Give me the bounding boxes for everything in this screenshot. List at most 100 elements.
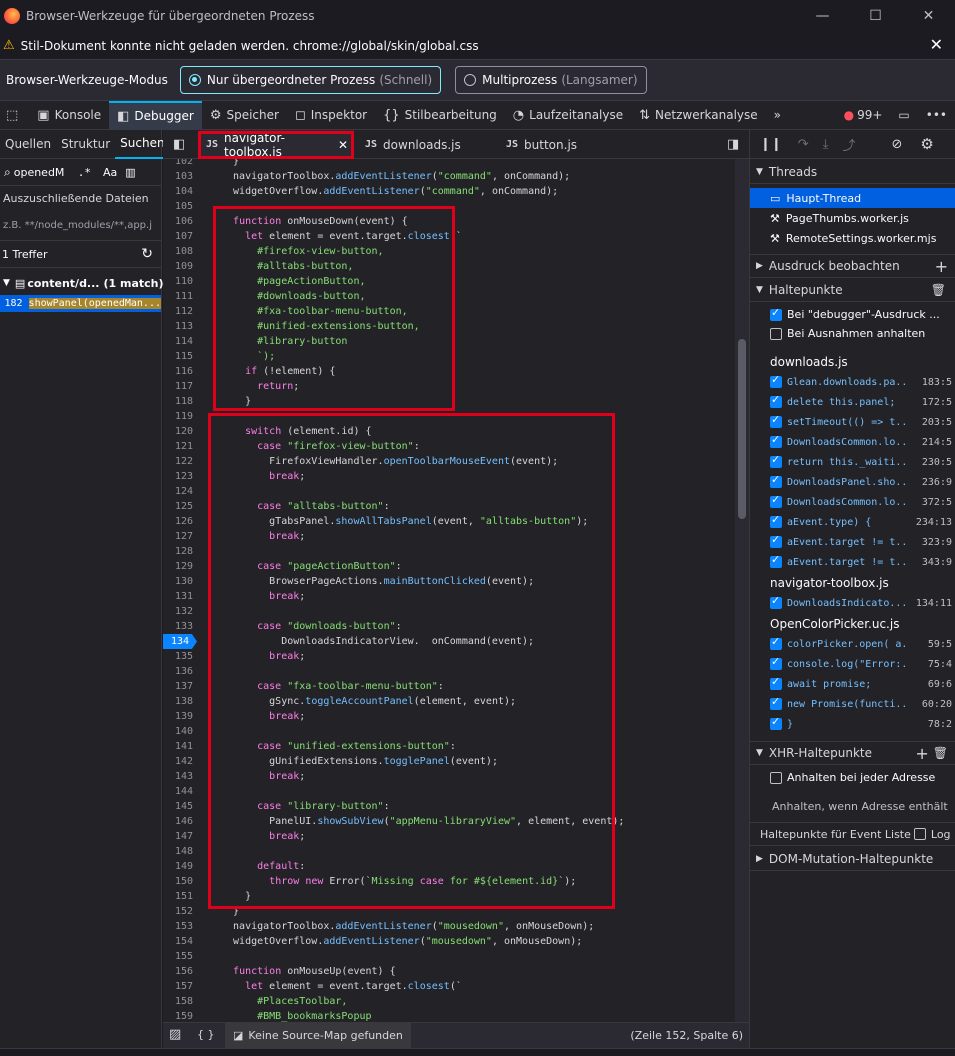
line-number[interactable]: 145 <box>163 799 193 814</box>
line-number[interactable]: 128 <box>163 544 193 559</box>
line-number[interactable]: 135 <box>163 649 193 664</box>
tab-style-editor[interactable]: {} Stilbearbeitung <box>375 101 505 130</box>
notification-close-button[interactable]: ✕ <box>930 35 943 54</box>
xhr-header[interactable]: ▼ XHR-Haltepunkte + 🗑 <box>750 741 955 765</box>
checkbox-checked-icon[interactable] <box>770 473 782 488</box>
thread-item-main[interactable]: ▭ Haupt-Thread <box>750 188 955 208</box>
dom-mutation-header[interactable]: ▶ DOM-Mutation-Haltepunkte <box>750 847 955 871</box>
trash-icon[interactable]: 🗑 <box>931 283 946 297</box>
line-number[interactable]: 111 <box>163 289 193 304</box>
line-number[interactable]: 126 <box>163 514 193 529</box>
editor-tab-button[interactable]: JS button.js <box>500 130 583 159</box>
line-number[interactable]: 154 <box>163 934 193 949</box>
line-number[interactable]: 110 <box>163 274 193 289</box>
checkbox-checked-icon[interactable] <box>770 533 782 548</box>
checkbox-checked-icon[interactable] <box>770 413 782 428</box>
checkbox-checked-icon[interactable] <box>770 493 782 508</box>
xhr-url-input[interactable]: Anhalten, wenn Adresse enthält <box>772 800 948 813</box>
line-number[interactable]: 140 <box>163 724 193 739</box>
breakpoint-file[interactable]: OpenColorPicker.uc.js <box>770 617 899 631</box>
line-number[interactable]: 120 <box>163 424 193 439</box>
tab-sources[interactable]: Quellen <box>0 130 56 159</box>
pause-on-debugger-option[interactable]: Bei "debugger"-Ausdruck ... <box>770 306 940 321</box>
pause-icon[interactable]: ❙❙ <box>760 137 782 152</box>
line-number[interactable]: 112 <box>163 304 193 319</box>
search-input[interactable]: openedM <box>14 166 66 179</box>
line-number[interactable]: 114 <box>163 334 193 349</box>
breakpoints-header[interactable]: ▼ Haltepunkte 🗑 <box>750 278 955 302</box>
checkbox-checked-icon[interactable] <box>770 695 782 710</box>
threads-header[interactable]: ▼ Threads <box>750 160 955 184</box>
breakpoint-item[interactable]: aEvent.target != t... 343:9 <box>770 552 952 572</box>
element-picker-button[interactable]: ⬚ <box>0 101 29 130</box>
tab-outline[interactable]: Struktur <box>56 130 115 159</box>
tab-console[interactable]: ▣ Konsole <box>29 101 109 130</box>
line-number[interactable]: 137 <box>163 679 193 694</box>
line-number[interactable]: 121 <box>163 439 193 454</box>
line-number[interactable]: 116 <box>163 364 193 379</box>
mode-parent-only-radio[interactable]: Nur übergeordneter Prozess (Schnell) <box>179 66 442 94</box>
case-toggle[interactable]: Aa <box>103 166 117 179</box>
line-number[interactable]: 106 <box>163 214 193 229</box>
line-number[interactable]: 139 <box>163 709 193 724</box>
line-number[interactable]: 150 <box>163 874 193 889</box>
line-number[interactable]: 109 <box>163 259 193 274</box>
line-number[interactable]: 157 <box>163 979 193 994</box>
menu-button[interactable]: ••• <box>918 101 955 130</box>
line-number[interactable]: 105 <box>163 199 193 214</box>
checkbox-checked-icon[interactable] <box>770 393 782 408</box>
line-number[interactable]: 123 <box>163 469 193 484</box>
checkbox-checked-icon[interactable] <box>770 715 782 730</box>
step-over-icon[interactable]: ↷ <box>798 137 809 152</box>
checkbox-checked-icon[interactable] <box>770 553 782 568</box>
tab-network[interactable]: ⇅ Netzwerkanalyse <box>631 101 766 130</box>
breakpoint-item[interactable]: new Promise(functi... 60:20 <box>770 694 952 714</box>
mode-multiprocess-radio[interactable]: Multiprozess (Langsamer) <box>455 66 647 94</box>
sourcemap-status[interactable]: ◪ Keine Source-Map gefunden <box>225 1023 411 1048</box>
line-number[interactable]: 134 <box>163 634 197 649</box>
line-number[interactable]: 142 <box>163 754 193 769</box>
line-number[interactable]: 131 <box>163 589 193 604</box>
pretty-print-icon[interactable]: ▨ <box>169 1027 181 1042</box>
line-number[interactable]: 156 <box>163 964 193 979</box>
line-number[interactable]: 133 <box>163 619 193 634</box>
tab-search[interactable]: Suchen <box>115 130 170 159</box>
minimize-button[interactable]: — <box>796 0 849 32</box>
line-number[interactable]: 103 <box>163 169 193 184</box>
breakpoint-item[interactable]: DownloadsCommon.lo... 214:5 <box>770 432 952 452</box>
checkbox-checked-icon[interactable] <box>770 635 782 650</box>
line-number[interactable]: 125 <box>163 499 193 514</box>
thread-item-worker1[interactable]: ⚒ PageThumbs.worker.js <box>750 208 955 228</box>
checkbox-checked-icon[interactable] <box>770 655 782 670</box>
checkbox-checked-icon[interactable] <box>770 433 782 448</box>
checkbox-checked-icon[interactable] <box>770 675 782 690</box>
breakpoint-item[interactable]: } 78:2 <box>770 714 952 734</box>
line-number[interactable]: 153 <box>163 919 193 934</box>
breakpoint-file[interactable]: navigator-toolbox.js <box>770 576 889 590</box>
breakpoint-item[interactable]: delete this.panel; 172:5 <box>770 392 952 412</box>
line-number[interactable]: 136 <box>163 664 193 679</box>
line-number[interactable]: 155 <box>163 949 193 964</box>
line-number[interactable]: 146 <box>163 814 193 829</box>
whole-word-icon[interactable]: ▥ <box>125 166 135 179</box>
breakpoint-item[interactable]: await promise; 69:6 <box>770 674 952 694</box>
line-number[interactable]: 113 <box>163 319 193 334</box>
line-number[interactable]: 132 <box>163 604 193 619</box>
line-number[interactable]: 159 <box>163 1009 193 1022</box>
line-number[interactable]: 129 <box>163 559 193 574</box>
checkbox-checked-icon[interactable] <box>770 513 782 528</box>
event-listeners-header[interactable]: Haltepunkte für Event Liste Log <box>750 822 955 846</box>
line-number[interactable]: 144 <box>163 784 193 799</box>
breakpoint-item[interactable]: colorPicker.open( a... 59:5 <box>770 634 952 654</box>
breakpoint-item[interactable]: DownloadsCommon.lo... 372:5 <box>770 492 952 512</box>
checkbox-checked-icon[interactable] <box>770 453 782 468</box>
breakpoint-item[interactable]: DownloadsIndicato... 134:11 <box>770 593 952 613</box>
add-icon[interactable]: + <box>915 744 928 763</box>
tab-debugger[interactable]: ◧ Debugger <box>109 100 202 130</box>
line-number[interactable]: 158 <box>163 994 193 1009</box>
checkbox-icon[interactable] <box>770 327 782 340</box>
braces-button[interactable]: { } <box>197 1028 215 1041</box>
checkbox-icon[interactable] <box>770 771 782 784</box>
line-number[interactable]: 138 <box>163 694 193 709</box>
tab-performance[interactable]: ◔ Laufzeitanalyse <box>505 101 631 130</box>
